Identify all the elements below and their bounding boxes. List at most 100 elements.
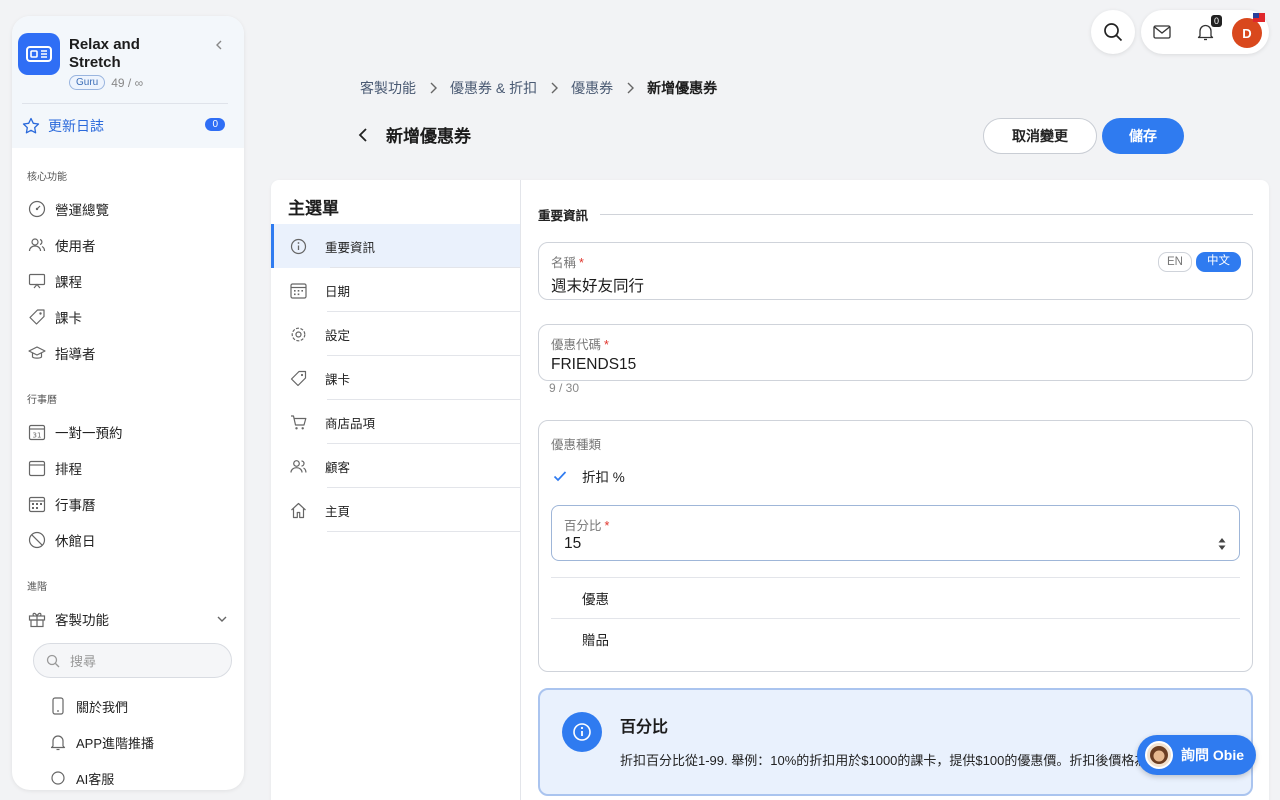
sidebar-item-label: 休館日 — [55, 534, 96, 549]
back-arrow-icon[interactable] — [358, 127, 368, 142]
ban-icon — [28, 531, 46, 549]
calendar-icon — [28, 459, 46, 477]
collapse-sidebar-icon[interactable] — [214, 40, 224, 50]
percent-input[interactable]: 15 — [564, 535, 581, 553]
bell-icon — [50, 733, 66, 751]
sidebar-item-label: 客製功能 — [55, 613, 109, 628]
sidebar-item-dashboard[interactable]: 營運總覽 — [12, 191, 244, 227]
lang-en-button[interactable]: EN — [1158, 252, 1192, 272]
sidebar-item-appointments[interactable]: 31 一對一預約 — [12, 414, 244, 450]
sidebar-item-users[interactable]: 使用者 — [12, 227, 244, 263]
menu-item-label: 顧客 — [325, 460, 351, 475]
star-icon — [22, 117, 40, 135]
percent-field[interactable]: 百分比 * 15 — [551, 505, 1240, 561]
sidebar-item-label: 課程 — [55, 275, 82, 290]
name-label-text: 名稱 — [551, 256, 577, 270]
sidebar-item-instructors[interactable]: 指導者 — [12, 335, 244, 371]
sidebar-item-custom-features[interactable]: 客製功能 — [12, 601, 244, 637]
calendar-31-icon: 31 — [28, 423, 46, 441]
sidebar-item-calendar[interactable]: 行事曆 — [12, 486, 244, 522]
tier-badge: Guru — [69, 75, 106, 90]
sidebar-item-schedule[interactable]: 排程 — [12, 450, 244, 486]
type-option-percent[interactable]: 折扣 % — [551, 456, 1240, 496]
changelog-count-badge: 0 — [205, 118, 225, 131]
menu-item-home[interactable]: 主頁 — [271, 488, 520, 532]
chevron-right-icon — [429, 82, 437, 94]
breadcrumb-link[interactable]: 客製功能 — [360, 78, 416, 98]
changelog-link[interactable]: 更新日誌 0 — [12, 104, 244, 148]
page-header: 新增優惠券 — [358, 122, 471, 147]
percent-label-text: 百分比 — [564, 519, 602, 533]
graduation-cap-icon — [28, 344, 46, 362]
sidebar-item-push[interactable]: APP進階推播 — [12, 724, 244, 760]
name-field[interactable]: 名稱 * 週末好友同行 EN 中文 — [538, 242, 1253, 300]
sidebar-item-label: 使用者 — [55, 239, 96, 254]
code-label: 優惠代碼 * — [551, 334, 609, 353]
type-option-offer[interactable]: 優惠 — [551, 577, 1240, 617]
sidebar-search[interactable]: 搜尋 — [33, 643, 232, 678]
required-marker: * — [604, 338, 609, 352]
mail-button[interactable] — [1153, 10, 1171, 54]
breadcrumb-link[interactable]: 優惠券 — [571, 78, 613, 98]
save-button[interactable]: 儲存 — [1102, 118, 1184, 154]
sidebar-item-label: AI客服 — [76, 771, 115, 787]
number-stepper-icon[interactable] — [1217, 536, 1227, 552]
global-search-button[interactable] — [1091, 10, 1135, 54]
code-char-counter: 9 / 30 — [549, 381, 580, 395]
lang-zh-button[interactable]: 中文 — [1196, 252, 1241, 272]
page-title: 新增優惠券 — [386, 127, 471, 146]
gear-icon — [290, 326, 307, 343]
phone-icon — [50, 697, 66, 715]
menu-item-settings[interactable]: 設定 — [271, 312, 520, 356]
menu-item-store-items[interactable]: 商店品項 — [271, 400, 520, 444]
option-label: 優惠 — [582, 591, 609, 607]
board-icon — [28, 272, 46, 290]
sidebar-item-label: 行事曆 — [55, 498, 96, 513]
mail-icon — [1153, 25, 1171, 39]
breadcrumb-link[interactable]: 優惠券 & 折扣 — [450, 78, 537, 98]
required-marker: * — [579, 256, 584, 270]
sidebar-item-cards[interactable]: 課卡 — [12, 299, 244, 335]
breadcrumb-current: 新增優惠券 — [647, 80, 718, 96]
avatar[interactable]: D — [1232, 18, 1262, 48]
sidebar-item-label: 指導者 — [55, 347, 96, 362]
flag-icon — [1253, 13, 1265, 22]
section-header: 重要資訊 — [538, 205, 1253, 224]
svg-text:31: 31 — [33, 432, 42, 440]
app-name: Relax and Stretch — [69, 36, 140, 71]
menu-item-key-info[interactable]: 重要資訊 — [271, 224, 520, 268]
dashboard-gauge-icon — [28, 200, 46, 218]
menu-item-cards[interactable]: 課卡 — [271, 356, 520, 400]
coupon-code-field[interactable]: 優惠代碼 * FRIENDS15 — [538, 324, 1253, 381]
notification-count-badge: 0 — [1211, 15, 1223, 27]
type-option-gift[interactable]: 贈品 — [551, 618, 1240, 658]
main-card: 主選單 重要資訊 日期 設定 課卡 商店品項 顧客 主頁 重要資訊 名稱 * 週… — [271, 180, 1269, 800]
sidebar-item-courses[interactable]: 課程 — [12, 263, 244, 299]
ask-obie-button[interactable]: 詢問 Obie — [1137, 735, 1256, 775]
info-icon — [562, 712, 602, 752]
search-input[interactable]: 搜尋 — [70, 651, 96, 670]
check-icon — [553, 470, 567, 482]
menu-item-customers[interactable]: 顧客 — [271, 444, 520, 488]
name-input[interactable]: 週末好友同行 — [551, 274, 644, 296]
menu-item-dates[interactable]: 日期 — [271, 268, 520, 312]
menu-item-label: 設定 — [325, 328, 351, 343]
sidebar-item-ai-service[interactable]: AI客服 — [12, 760, 244, 790]
home-icon — [290, 502, 307, 519]
calendar-icon — [290, 282, 307, 299]
sidebar-item-label: APP進階推播 — [76, 735, 155, 751]
option-label: 折扣 % — [582, 470, 625, 485]
search-icon — [1103, 22, 1123, 42]
sidebar-item-label: 營運總覽 — [55, 203, 109, 218]
cancel-button[interactable]: 取消變更 — [983, 118, 1097, 154]
calendar-grid-icon — [28, 495, 46, 513]
code-input[interactable]: FRIENDS15 — [551, 356, 636, 374]
breadcrumb: 客製功能 優惠券 & 折扣 優惠券 新增優惠券 — [360, 78, 717, 98]
sidebar-item-about[interactable]: 關於我們 — [12, 688, 244, 724]
plan-info: Guru 49 / ∞ — [69, 75, 143, 90]
gift-icon — [28, 610, 46, 628]
changelog-label: 更新日誌 — [48, 118, 104, 134]
type-label: 優惠種類 — [551, 438, 602, 452]
sidebar-item-closed-days[interactable]: 休館日 — [12, 522, 244, 558]
language-switch: EN 中文 — [1158, 252, 1241, 272]
